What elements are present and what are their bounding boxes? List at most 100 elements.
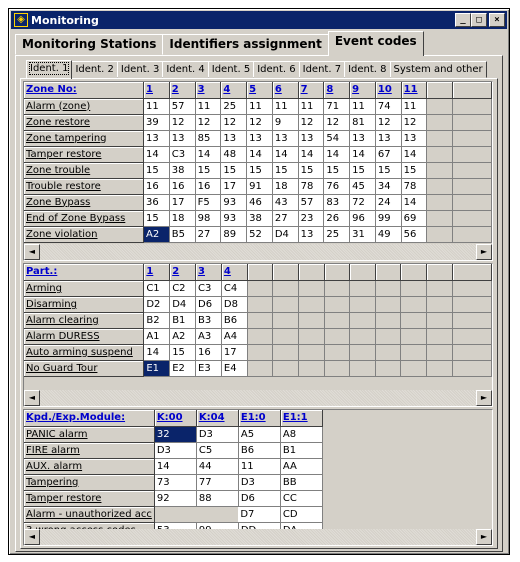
- tab-identifiers-assignment[interactable]: Identifiers assignment: [162, 34, 329, 55]
- minimize-button[interactable]: _: [455, 13, 471, 27]
- event-code-cell[interactable]: 32: [154, 426, 197, 443]
- event-code-cell[interactable]: 11: [272, 98, 299, 115]
- event-code-cell[interactable]: B6: [238, 442, 281, 459]
- event-code-cell[interactable]: 17: [220, 178, 248, 195]
- event-code-cell[interactable]: 14: [143, 344, 171, 361]
- event-code-cell[interactable]: 88: [196, 490, 239, 507]
- event-code-cell[interactable]: 14: [401, 146, 428, 163]
- event-code-cell[interactable]: 15: [323, 162, 351, 179]
- event-code-cell[interactable]: 38: [246, 210, 273, 227]
- event-code-cell[interactable]: 52: [246, 226, 273, 243]
- tab-ident-2[interactable]: Ident. 2: [71, 61, 118, 78]
- event-code-cell[interactable]: B6: [221, 312, 248, 329]
- event-code-cell[interactable]: 13: [298, 226, 325, 243]
- event-code-cell[interactable]: A3: [195, 328, 222, 345]
- tab-ident-6[interactable]: Ident. 6: [253, 61, 300, 78]
- event-code-cell[interactable]: C2: [169, 280, 197, 297]
- event-code-cell[interactable]: 38: [169, 162, 196, 179]
- event-code-cell[interactable]: 72: [349, 194, 376, 211]
- tab-ident-1[interactable]: Ident. 1: [26, 60, 73, 79]
- event-code-cell[interactable]: A1: [143, 328, 171, 345]
- event-code-cell[interactable]: D7: [238, 506, 281, 523]
- event-code-cell[interactable]: A2: [143, 226, 170, 243]
- event-code-cell[interactable]: B3: [195, 312, 222, 329]
- title-bar[interactable]: ◈ Monitoring _ □ ×: [11, 11, 507, 29]
- event-code-cell[interactable]: 17: [169, 194, 196, 211]
- event-code-cell[interactable]: 31: [349, 226, 376, 243]
- event-code-cell[interactable]: 34: [375, 178, 402, 195]
- tab-event-codes[interactable]: Event codes: [327, 31, 424, 56]
- event-code-cell[interactable]: 11: [246, 98, 273, 115]
- event-code-cell[interactable]: E3: [195, 360, 222, 377]
- event-code-cell[interactable]: B2: [143, 312, 171, 329]
- event-code-cell[interactable]: 25: [323, 226, 351, 243]
- event-code-cell[interactable]: D3: [154, 442, 197, 459]
- event-code-cell[interactable]: 99: [375, 210, 402, 227]
- event-code-cell[interactable]: 57: [298, 194, 325, 211]
- event-code-cell[interactable]: 12: [195, 114, 222, 131]
- event-code-cell[interactable]: 15: [220, 162, 248, 179]
- event-code-cell[interactable]: 57: [169, 98, 196, 115]
- event-code-cell[interactable]: 11: [349, 98, 376, 115]
- event-code-cell[interactable]: 93: [220, 194, 248, 211]
- event-code-cell[interactable]: 13: [401, 130, 428, 147]
- event-code-cell[interactable]: 12: [220, 114, 248, 131]
- event-code-cell[interactable]: B1: [169, 312, 197, 329]
- maximize-button[interactable]: □: [471, 13, 487, 27]
- event-code-cell[interactable]: CC: [280, 490, 323, 507]
- event-code-cell[interactable]: 74: [375, 98, 402, 115]
- event-code-cell[interactable]: 15: [375, 162, 402, 179]
- event-code-cell[interactable]: 15: [195, 162, 222, 179]
- event-code-cell[interactable]: 14: [298, 146, 325, 163]
- event-code-cell[interactable]: 56: [401, 226, 428, 243]
- event-code-cell[interactable]: 16: [143, 178, 170, 195]
- event-code-cell[interactable]: 18: [272, 178, 299, 195]
- event-code-cell[interactable]: 16: [195, 178, 222, 195]
- event-code-cell[interactable]: 12: [298, 114, 325, 131]
- event-code-cell[interactable]: 48: [220, 146, 248, 163]
- tab-monitoring-stations[interactable]: Monitoring Stations: [15, 34, 164, 55]
- event-code-cell[interactable]: 91: [246, 178, 273, 195]
- event-code-cell[interactable]: 78: [298, 178, 325, 195]
- event-code-cell[interactable]: 11: [401, 98, 428, 115]
- event-code-cell[interactable]: 15: [298, 162, 325, 179]
- event-code-cell[interactable]: 27: [272, 210, 299, 227]
- event-code-cell[interactable]: 45: [349, 178, 376, 195]
- tab-ident-7[interactable]: Ident. 7: [298, 61, 346, 78]
- tab-ident-8[interactable]: Ident. 8: [344, 61, 391, 78]
- event-code-cell[interactable]: A8: [280, 426, 323, 443]
- event-code-cell[interactable]: D8: [221, 296, 248, 313]
- scroll-right-button[interactable]: ►: [476, 244, 492, 260]
- event-code-cell[interactable]: 13: [246, 130, 273, 147]
- event-code-cell[interactable]: 25: [220, 98, 248, 115]
- event-code-cell[interactable]: 11: [298, 98, 325, 115]
- scroll-left-button[interactable]: ◄: [24, 244, 40, 260]
- event-code-cell[interactable]: 92: [154, 490, 197, 507]
- event-code-cell[interactable]: 77: [196, 474, 239, 491]
- event-code-cell[interactable]: B1: [280, 442, 323, 459]
- event-code-cell[interactable]: 15: [169, 344, 197, 361]
- event-code-cell[interactable]: C3: [169, 146, 196, 163]
- event-code-cell[interactable]: 24: [375, 194, 402, 211]
- event-code-cell[interactable]: 23: [298, 210, 325, 227]
- event-code-cell[interactable]: 16: [195, 344, 222, 361]
- event-code-cell[interactable]: 14: [154, 458, 197, 475]
- event-code-cell[interactable]: D2: [143, 296, 171, 313]
- event-code-cell[interactable]: 13: [272, 130, 299, 147]
- event-code-cell[interactable]: 44: [196, 458, 239, 475]
- event-code-cell[interactable]: 15: [349, 162, 376, 179]
- event-code-cell[interactable]: 18: [169, 210, 196, 227]
- event-code-cell[interactable]: 14: [272, 146, 299, 163]
- event-code-cell[interactable]: D4: [272, 226, 299, 243]
- event-code-cell[interactable]: 15: [272, 162, 299, 179]
- event-code-cell[interactable]: A4: [221, 328, 248, 345]
- event-code-cell[interactable]: 13: [143, 130, 170, 147]
- event-code-cell[interactable]: 76: [323, 178, 351, 195]
- scroll-right-button[interactable]: ►: [476, 390, 492, 406]
- event-code-cell[interactable]: 11: [195, 98, 222, 115]
- event-code-cell[interactable]: D6: [238, 490, 281, 507]
- event-code-cell[interactable]: 36: [143, 194, 170, 211]
- event-code-cell[interactable]: 13: [169, 130, 196, 147]
- event-code-cell[interactable]: 14: [246, 146, 273, 163]
- event-code-cell[interactable]: 15: [143, 210, 170, 227]
